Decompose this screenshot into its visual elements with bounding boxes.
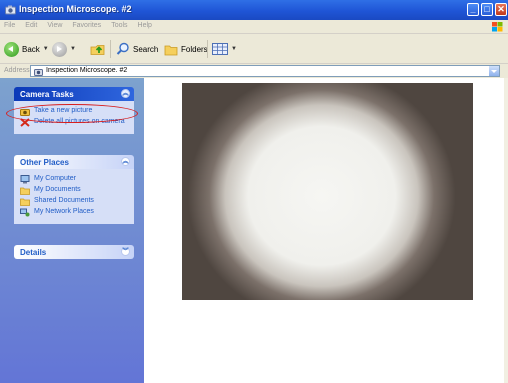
menu-help[interactable]: Help xyxy=(133,20,157,29)
address-field[interactable]: Inspection Microscope. #2 xyxy=(30,65,500,77)
forward-dropdown-icon[interactable]: ▼ xyxy=(70,46,76,52)
menu-edit[interactable]: Edit xyxy=(20,20,42,29)
windows-logo-icon xyxy=(492,22,503,32)
close-icon: ✕ xyxy=(497,4,505,14)
camera-icon xyxy=(34,69,43,76)
folder-icon xyxy=(20,187,30,195)
views-dropdown-icon[interactable]: ▼ xyxy=(231,46,237,52)
my-network-places-link[interactable]: My Network Places xyxy=(20,208,128,217)
folders-label: Folders xyxy=(181,44,208,54)
my-network-places-label: My Network Places xyxy=(34,208,94,215)
minimize-button[interactable]: _ xyxy=(467,3,479,16)
menu-bar: File Edit View Favorites Tools Help xyxy=(0,20,508,34)
minimize-icon: _ xyxy=(470,4,476,14)
shared-documents-label: Shared Documents xyxy=(34,197,94,204)
other-places-header[interactable]: Other Places ︽ xyxy=(14,155,134,169)
toolbar-separator xyxy=(110,40,111,58)
toolbar-separator xyxy=(207,40,208,58)
details-title: Details xyxy=(20,248,47,257)
up-folder-icon xyxy=(90,45,105,55)
folders-button[interactable]: Folders xyxy=(164,40,208,58)
camera-preview-image xyxy=(182,83,473,300)
collapse-chevron-icon[interactable]: ︽ xyxy=(121,157,130,166)
toolbar: Back ▼ ▼ Search Folders ▼ xyxy=(0,34,508,64)
my-computer-label: My Computer xyxy=(34,175,77,182)
task-pane: Camera Tasks ︽ Take a new picture Delete… xyxy=(0,78,144,383)
back-dropdown-icon[interactable]: ▼ xyxy=(43,46,49,52)
menu-file[interactable]: File xyxy=(0,20,20,29)
back-button[interactable]: Back ▼ xyxy=(4,40,49,58)
search-label: Search xyxy=(133,44,159,54)
title-bar: Inspection Microscope. #2 _ □ ✕ xyxy=(0,0,508,20)
close-button[interactable]: ✕ xyxy=(495,3,507,16)
address-dropdown-button[interactable] xyxy=(489,66,499,76)
folder-icon xyxy=(20,198,30,206)
highlight-annotation xyxy=(6,104,138,123)
back-arrow-icon xyxy=(4,41,19,57)
other-places-title: Other Places xyxy=(20,158,69,167)
menu-view[interactable]: View xyxy=(42,20,67,29)
views-grid-icon xyxy=(212,43,228,55)
content-area xyxy=(144,78,508,383)
camera-tasks-header[interactable]: Camera Tasks ︽ xyxy=(14,87,134,101)
search-icon xyxy=(116,42,129,55)
network-icon xyxy=(20,208,30,217)
menu-tools[interactable]: Tools xyxy=(106,20,132,29)
maximize-icon: □ xyxy=(484,4,490,14)
content-edge xyxy=(504,78,508,383)
my-computer-link[interactable]: My Computer xyxy=(20,175,128,184)
search-button[interactable]: Search xyxy=(116,40,158,58)
my-documents-label: My Documents xyxy=(34,186,81,193)
computer-icon xyxy=(20,175,30,184)
up-folder-button[interactable] xyxy=(90,40,105,58)
shared-documents-link[interactable]: Shared Documents xyxy=(20,197,128,206)
details-header[interactable]: Details ︾ xyxy=(14,245,134,259)
views-button[interactable]: ▼ xyxy=(212,40,237,58)
forward-arrow-icon xyxy=(52,41,67,57)
camera-app-icon xyxy=(5,5,16,15)
camera-tasks-title: Camera Tasks xyxy=(20,90,74,99)
expand-chevron-icon[interactable]: ︾ xyxy=(121,247,130,256)
menu-favorites[interactable]: Favorites xyxy=(67,20,106,29)
window-title: Inspection Microscope. #2 xyxy=(19,4,132,14)
address-value: Inspection Microscope. #2 xyxy=(46,67,128,74)
forward-button[interactable]: ▼ xyxy=(52,40,76,58)
address-label: Address xyxy=(4,67,30,74)
back-label: Back xyxy=(22,44,40,54)
my-documents-link[interactable]: My Documents xyxy=(20,186,128,195)
collapse-chevron-icon[interactable]: ︽ xyxy=(121,89,130,98)
other-places-body: My Computer My Documents Shared Document… xyxy=(14,169,134,224)
other-places-panel: Other Places ︽ My Computer My Documents xyxy=(14,155,134,224)
folders-icon xyxy=(164,45,178,55)
details-panel: Details ︾ xyxy=(14,245,134,259)
maximize-button[interactable]: □ xyxy=(481,3,493,16)
address-bar: Address Inspection Microscope. #2 xyxy=(0,64,508,78)
